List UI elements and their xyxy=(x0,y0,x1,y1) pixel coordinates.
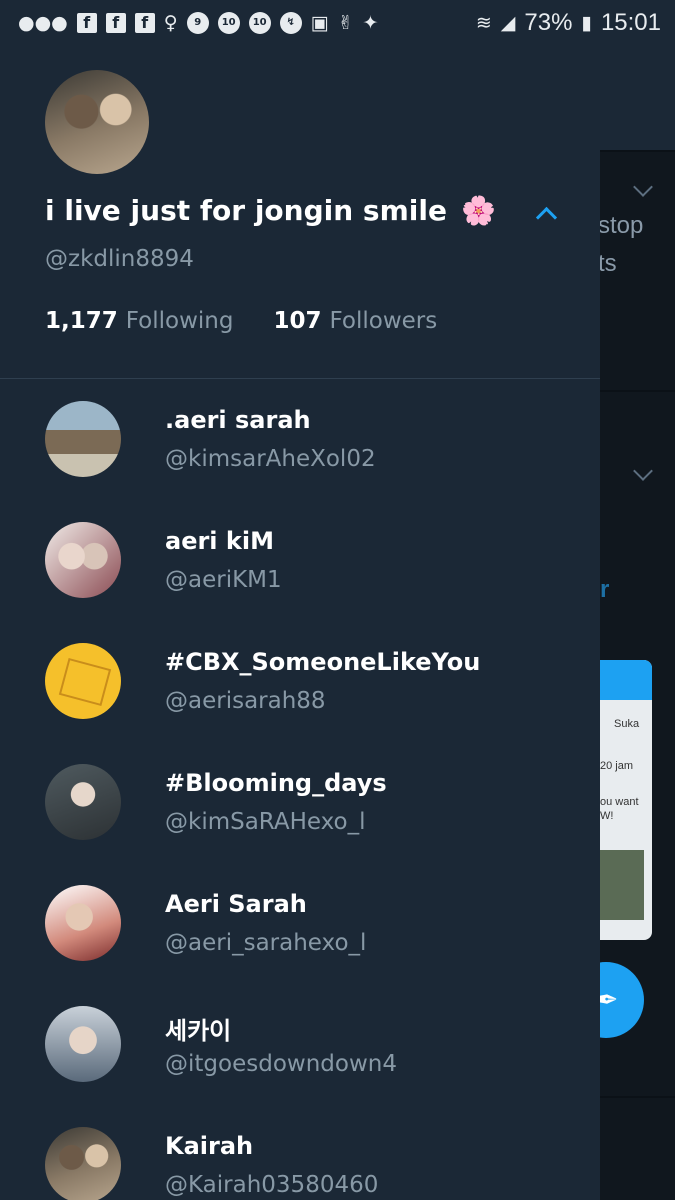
navigation-drawer: i live just for jongin smile 🌸 @zkdlin889… xyxy=(0,46,600,1200)
account-handle: @kimsarAheXol02 xyxy=(165,446,376,472)
exo-logo-icon xyxy=(58,657,112,707)
facebook-icon: f xyxy=(76,13,97,33)
account-handle: @aeriKM1 xyxy=(165,567,282,593)
account-avatar xyxy=(45,764,121,840)
account-handle: @aerisarah88 xyxy=(165,688,326,714)
profile-display-name[interactable]: i live just for jongin smile 🌸 xyxy=(45,194,496,227)
system-status: ≋ ◢ 73% ▮ 15:01 xyxy=(476,9,661,37)
account-name: Kairah xyxy=(165,1132,254,1160)
timeline-divider xyxy=(600,390,675,392)
account-handle: @kimSaRAHexo_l xyxy=(165,809,366,835)
account-handle: @Kairah03580460 xyxy=(165,1172,379,1198)
signal-icon: ◢ xyxy=(500,11,516,34)
card-app-bar xyxy=(600,660,652,700)
account-item[interactable]: #CBX_SomeoneLikeYou @aerisarah88 xyxy=(0,628,600,749)
profile-avatar[interactable] xyxy=(45,70,149,174)
timeline-text: stop xyxy=(598,212,644,239)
followers-label[interactable]: Followers xyxy=(330,308,438,334)
account-handle: @aeri_sarahexo_l xyxy=(165,930,367,956)
timeline-media-card: Suka 20 jam ou want W! xyxy=(600,660,652,940)
account-name: aeri kiM xyxy=(165,527,274,555)
account-avatar xyxy=(45,401,121,477)
account-avatar xyxy=(45,1127,121,1200)
account-item[interactable]: 세카이 @itgoesdowndown4 xyxy=(0,991,600,1112)
account-list: .aeri sarah @kimsarAheXol02 aeri kiM @ae… xyxy=(0,386,600,1200)
card-image xyxy=(600,850,644,920)
facebook-icon: f xyxy=(134,13,155,33)
card-line: W! xyxy=(600,810,614,822)
account-name: .aeri sarah xyxy=(165,406,311,434)
card-tab: Suka xyxy=(614,718,640,730)
profile-handle: @zkdlin8894 xyxy=(45,246,194,272)
account-name: Aeri Sarah xyxy=(165,890,307,918)
account-name: #Blooming_days xyxy=(165,769,387,797)
facebook-icon: f xyxy=(105,13,126,33)
timeline-header xyxy=(600,46,675,151)
notification-icons: ●●● f f f ♀ 9 10 10 ↯ ▣ ✌ ✦ xyxy=(18,12,378,34)
timeline-divider xyxy=(600,150,675,152)
account-item[interactable]: aeri kiM @aeriKM1 xyxy=(0,507,600,628)
timeline-divider xyxy=(600,1096,675,1098)
card-line: ou want xyxy=(600,796,639,808)
status-bar: ●●● f f f ♀ 9 10 10 ↯ ▣ ✌ ✦ ≋ ◢ 73% ▮ 15… xyxy=(0,0,675,46)
card-time: 20 jam xyxy=(600,760,634,772)
account-item[interactable]: .aeri sarah @kimsarAheXol02 xyxy=(0,386,600,507)
messenger-icon: ↯ xyxy=(279,12,302,34)
account-avatar xyxy=(45,643,121,719)
following-count[interactable]: 1,177 xyxy=(45,308,118,334)
account-item[interactable]: #Blooming_days @kimSaRAHexo_l xyxy=(0,749,600,870)
display-name-text: i live just for jongin smile xyxy=(45,194,447,227)
clock: 15:01 xyxy=(600,9,661,36)
twitter-icon: ✦ xyxy=(362,11,379,34)
following-label[interactable]: Following xyxy=(126,308,234,334)
account-switcher-chevron-up-icon[interactable] xyxy=(535,206,558,229)
drawer-divider xyxy=(0,378,600,379)
account-avatar xyxy=(45,522,121,598)
timeline-text: r xyxy=(600,576,610,603)
chat-bubble-icon: ●●● xyxy=(18,11,68,34)
account-avatar xyxy=(45,1006,121,1082)
followers-count[interactable]: 107 xyxy=(273,308,321,334)
account-item[interactable]: Aeri Sarah @aeri_sarahexo_l xyxy=(0,870,600,991)
v-live-icon: ✌ xyxy=(337,11,354,34)
account-item[interactable]: Kairah @Kairah03580460 xyxy=(0,1112,600,1200)
ten-icon: 10 xyxy=(248,12,271,34)
ten-icon: 10 xyxy=(217,12,240,34)
follow-stats: 1,177 Following 107 Followers xyxy=(45,308,437,334)
timeline-text: ts xyxy=(598,250,617,277)
battery-percent: 73% xyxy=(524,9,573,36)
wifi-icon: ≋ xyxy=(475,11,492,34)
mother-baby-icon: ♀ xyxy=(163,11,178,34)
account-handle: @itgoesdowndown4 xyxy=(165,1051,397,1077)
battery-icon: ▮ xyxy=(581,11,592,34)
instagram-icon: ▣ xyxy=(310,11,329,34)
account-avatar xyxy=(45,885,121,961)
nine-icon: 9 xyxy=(186,12,209,34)
account-name: #CBX_SomeoneLikeYou xyxy=(165,648,481,676)
flower-emoji: 🌸 xyxy=(460,194,496,227)
account-name: 세카이 xyxy=(165,1017,232,1045)
